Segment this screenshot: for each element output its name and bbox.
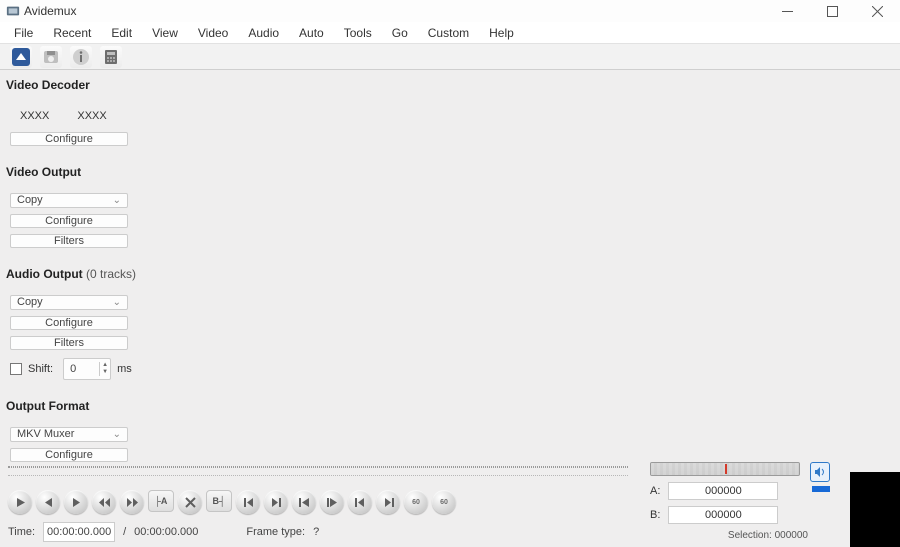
frametype-value: ? — [313, 526, 319, 538]
audio-output-trackcount: (0 tracks) — [86, 267, 136, 281]
prev-frame-button[interactable] — [36, 490, 60, 514]
play-button[interactable] — [8, 490, 32, 514]
menu-edit[interactable]: Edit — [101, 23, 142, 43]
set-marker-b-button[interactable]: B┤ — [206, 490, 232, 512]
set-marker-a-button[interactable]: ├A — [148, 490, 174, 512]
next-black-button[interactable] — [320, 490, 344, 514]
time-label: Time: — [8, 526, 35, 538]
spinner-arrows-icon[interactable]: ▲▼ — [99, 362, 110, 376]
app-title: Avidemux — [24, 4, 76, 18]
audio-shift-unit: ms — [117, 363, 132, 375]
menu-tools[interactable]: Tools — [334, 23, 382, 43]
toolbar-open-button[interactable] — [10, 46, 32, 68]
video-output-select[interactable]: Copy ⌄ — [10, 193, 128, 207]
last-frame-button[interactable] — [376, 490, 400, 514]
status-row: Time: 00:00:00.000 / 00:00:00.000 Frame … — [8, 522, 319, 542]
b-marker-label: B: — [650, 509, 660, 521]
transport-controls: ├A B┤ 60 60 — [8, 490, 456, 514]
volume-button[interactable] — [810, 462, 830, 482]
video-output-value: Copy — [17, 194, 43, 206]
toolbar-calculator-button[interactable] — [100, 46, 122, 68]
timeline-slider[interactable] — [8, 462, 628, 476]
audio-output-filters-button[interactable]: Filters — [10, 336, 128, 350]
time-input[interactable]: 00:00:00.000 — [43, 522, 115, 542]
menu-go[interactable]: Go — [382, 23, 418, 43]
toolbar-save-button[interactable] — [40, 46, 62, 68]
video-output-configure-button[interactable]: Configure — [10, 214, 128, 228]
output-format-configure-button[interactable]: Configure — [10, 448, 128, 462]
a-marker-value-box: 000000 — [668, 482, 778, 500]
maximize-button[interactable] — [810, 0, 855, 22]
toolbar — [0, 44, 900, 70]
video-decoder-heading: Video Decoder — [6, 78, 210, 92]
jog-scrubber[interactable] — [650, 462, 800, 476]
main-area: Video Decoder XXXX XXXX Configure Video … — [0, 70, 900, 462]
next-frame-button[interactable] — [64, 490, 88, 514]
delete-button[interactable] — [178, 490, 202, 514]
audio-shift-row: Shift: 0 ▲▼ ms — [10, 358, 210, 380]
video-output-filters-button[interactable]: Filters — [10, 234, 128, 248]
audio-output-configure-button[interactable]: Configure — [10, 316, 128, 330]
audio-shift-checkbox[interactable] — [10, 363, 22, 375]
output-format-value: MKV Muxer — [17, 428, 74, 440]
rewind-button[interactable] — [92, 490, 116, 514]
audio-output-value: Copy — [17, 296, 43, 308]
menu-view[interactable]: View — [142, 23, 188, 43]
audio-shift-label: Shift: — [28, 363, 53, 375]
menu-auto[interactable]: Auto — [289, 23, 334, 43]
audio-output-heading: Audio Output (0 tracks) — [6, 267, 210, 281]
audio-shift-value: 0 — [70, 363, 76, 375]
window-controls — [765, 0, 900, 22]
bottom-panel: ├A B┤ 60 60 Time: 00:00:00.000 / 00:00:0… — [0, 462, 900, 547]
fwd-60s-button[interactable]: 60 — [432, 490, 456, 514]
volume-slider[interactable] — [812, 486, 830, 492]
output-format-select[interactable]: MKV Muxer ⌄ — [10, 427, 128, 441]
app-icon — [6, 4, 20, 18]
audio-output-select[interactable]: Copy ⌄ — [10, 295, 128, 309]
menu-help[interactable]: Help — [479, 23, 524, 43]
output-format-heading: Output Format — [6, 399, 210, 413]
next-keyframe-button[interactable] — [264, 490, 288, 514]
menu-custom[interactable]: Custom — [418, 23, 479, 43]
chevron-down-icon: ⌄ — [113, 195, 121, 206]
video-output-heading: Video Output — [6, 165, 210, 179]
fast-forward-button[interactable] — [120, 490, 144, 514]
decoder-value-2: XXXX — [77, 110, 106, 122]
back-60s-button[interactable]: 60 — [404, 490, 428, 514]
decoder-value-1: XXXX — [20, 110, 49, 122]
title-bar: Avidemux — [0, 0, 900, 22]
chevron-down-icon: ⌄ — [113, 297, 121, 308]
a-marker-label: A: — [650, 485, 660, 497]
menu-file[interactable]: File — [4, 23, 43, 43]
chevron-down-icon: ⌄ — [113, 429, 121, 440]
menu-audio[interactable]: Audio — [238, 23, 289, 43]
duration-value: 00:00:00.000 — [134, 526, 198, 538]
menu-video[interactable]: Video — [188, 23, 238, 43]
left-sidebar: Video Decoder XXXX XXXX Configure Video … — [0, 70, 220, 462]
scrubber-marker-icon — [725, 464, 727, 474]
b-marker-value-box: 000000 — [668, 506, 778, 524]
menu-bar: File Recent Edit View Video Audio Auto T… — [0, 22, 900, 44]
close-button[interactable] — [855, 0, 900, 22]
video-preview — [850, 472, 900, 547]
frametype-label: Frame type: — [246, 526, 305, 538]
minimize-button[interactable] — [765, 0, 810, 22]
audio-shift-spinner[interactable]: 0 ▲▼ — [63, 358, 111, 380]
prev-keyframe-button[interactable] — [236, 490, 260, 514]
selection-value: Selection: 000000 — [650, 530, 844, 541]
prev-black-button[interactable] — [292, 490, 316, 514]
toolbar-info-button[interactable] — [70, 46, 92, 68]
menu-recent[interactable]: Recent — [43, 23, 101, 43]
decoder-configure-button[interactable]: Configure — [10, 132, 128, 146]
b-marker-row: B: 000000 — [650, 506, 844, 524]
decoder-values-row: XXXX XXXX — [6, 110, 210, 122]
first-frame-button[interactable] — [348, 490, 372, 514]
